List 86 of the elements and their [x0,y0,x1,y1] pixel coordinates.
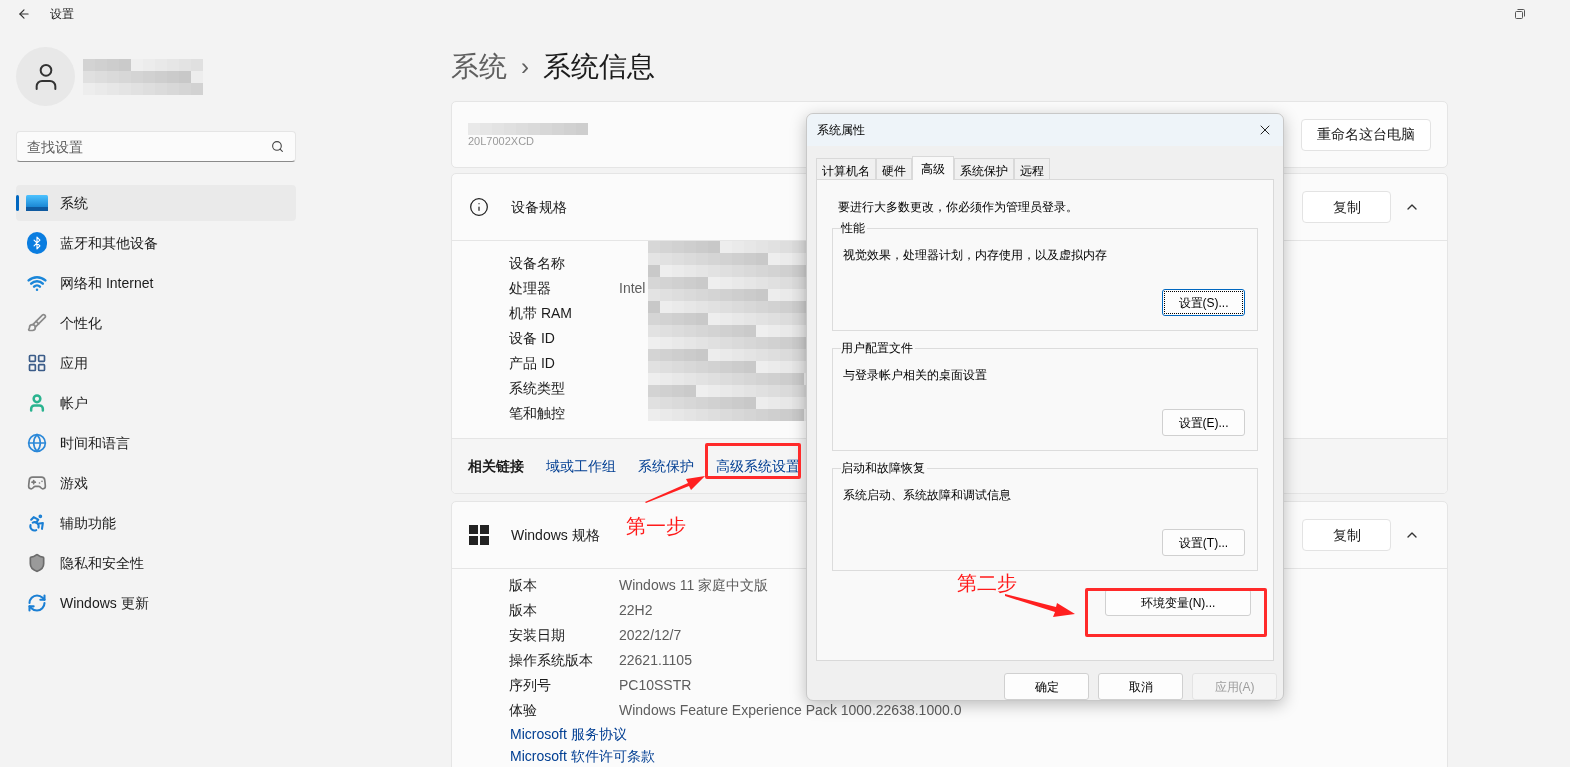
breadcrumb-separator: › [521,52,529,82]
spec-label: 版本 [509,576,538,595]
settings-button[interactable]: 设置(S)... [1162,289,1245,316]
user-icon [27,393,47,413]
group-description: 与登录帐户相关的桌面设置 [843,367,987,384]
apps-icon [27,353,47,373]
sidebar-item[interactable]: 辅助功能 [16,505,296,541]
monitor-icon [26,195,48,211]
dialog-button[interactable]: 取消 [1098,673,1183,700]
spec-value: Windows 11 家庭中文版 [619,576,769,595]
spec-label: 操作系统版本 [509,651,594,670]
spec-value: Windows Feature Experience Pack 1000.22638.1000.0 [619,701,962,720]
dialog-title: 系统属性 [817,122,865,139]
annotation-arrow [644,474,706,504]
shield-icon [27,553,47,573]
sidebar-item[interactable]: 隐私和安全性 [16,545,296,581]
dialog-tab[interactable]: 系统保护 [954,158,1014,179]
search-field[interactable]: 查找设置 [16,131,296,162]
spec-label: 设备 ID [509,329,556,348]
sidebar-item[interactable]: 游戏 [16,465,296,501]
group-title: 性能 [841,220,867,236]
environment-variables-button[interactable]: 环境变量(N)... [1105,589,1251,616]
related-link[interactable]: 系统保护 [638,455,694,477]
gamepad-icon [27,473,47,493]
bluetooth-icon [27,232,47,254]
spec-label: 产品 ID [509,354,556,373]
spec-value: 22621.1105 [619,651,692,670]
settings-button[interactable]: 设置(T)... [1162,529,1245,556]
page-title: 系统信息 [543,50,655,84]
spec-value: 2022/12/7 [619,626,682,645]
rename-button[interactable]: 重命名这台电脑 [1301,118,1431,151]
windows-logo-icon [469,525,489,545]
sidebar-item[interactable]: 网络和 Internet [16,265,296,301]
window-title: 设置 [50,6,74,23]
agreement-link[interactable]: Microsoft 服务协议 [510,723,627,745]
group-title: 启动和故障恢复 [841,460,927,476]
spec-label: 设备名称 [509,254,566,273]
update-icon [27,593,47,613]
copy-button[interactable]: 复制 [1302,191,1391,223]
dialog-tab[interactable]: 硬件 [876,158,912,179]
group-description: 系统启动、系统故障和调试信息 [843,487,1011,504]
spec-value: Intel [619,279,646,298]
section-title: 设备规格 [511,197,567,217]
sidebar-item[interactable]: 个性化 [16,305,296,341]
sidebar-item[interactable]: 系统 [16,185,296,221]
spec-value: PC10SSTR [619,676,692,695]
spec-label: 版本 [509,601,538,620]
related-links-label: 相关链接 [468,456,524,476]
spec-label: 安装日期 [509,626,566,645]
dialog-tab[interactable]: 高级 [912,156,954,180]
spec-label: 体验 [509,701,538,720]
back-icon[interactable] [17,7,31,21]
annotation-arrow [1004,593,1076,619]
accessibility-icon [27,513,47,533]
dialog-button[interactable]: 确定 [1004,673,1089,700]
agreement-link[interactable]: Microsoft 软件许可条款 [510,745,655,767]
settings-button[interactable]: 设置(E)... [1162,409,1245,436]
dialog-tab[interactable]: 远程 [1014,158,1050,179]
related-link[interactable]: 域或工作组 [546,455,616,477]
info-icon [469,197,489,217]
breadcrumb-parent[interactable]: 系统 [451,46,507,88]
restore-icon[interactable] [1515,9,1525,19]
spec-value: 22H2 [619,601,653,620]
spec-label: 处理器 [509,279,552,298]
spec-label: 笔和触控 [509,404,566,423]
sidebar-item[interactable]: 时间和语言 [16,425,296,461]
sidebar-item[interactable]: 蓝牙和其他设备 [16,225,296,261]
group-description: 视觉效果，处理器计划，内存使用，以及虚拟内存 [843,247,1107,264]
annotation-label: 第二步 [957,571,1017,595]
brush-icon [27,313,47,333]
spec-label: 序列号 [509,676,552,695]
sidebar-item[interactable]: Windows 更新 [16,585,296,621]
related-link[interactable]: 高级系统设置 [716,455,800,477]
section-title: Windows 规格 [511,525,600,545]
spec-label: 系统类型 [509,379,566,398]
sidebar-item[interactable]: 应用 [16,345,296,381]
annotation-label: 第一步 [626,514,686,538]
sidebar-item[interactable]: 帐户 [16,385,296,421]
device-model: 20L7002XCD [468,134,536,147]
copy-button[interactable]: 复制 [1302,519,1391,551]
dialog-tab[interactable]: 计算机名 [816,158,876,179]
spec-label: 机带 RAM [509,304,573,323]
group-title: 用户配置文件 [841,340,915,356]
search-icon [271,140,284,153]
wifi-icon [27,273,47,293]
admin-note: 要进行大多数更改，你必须作为管理员登录。 [838,199,1079,216]
